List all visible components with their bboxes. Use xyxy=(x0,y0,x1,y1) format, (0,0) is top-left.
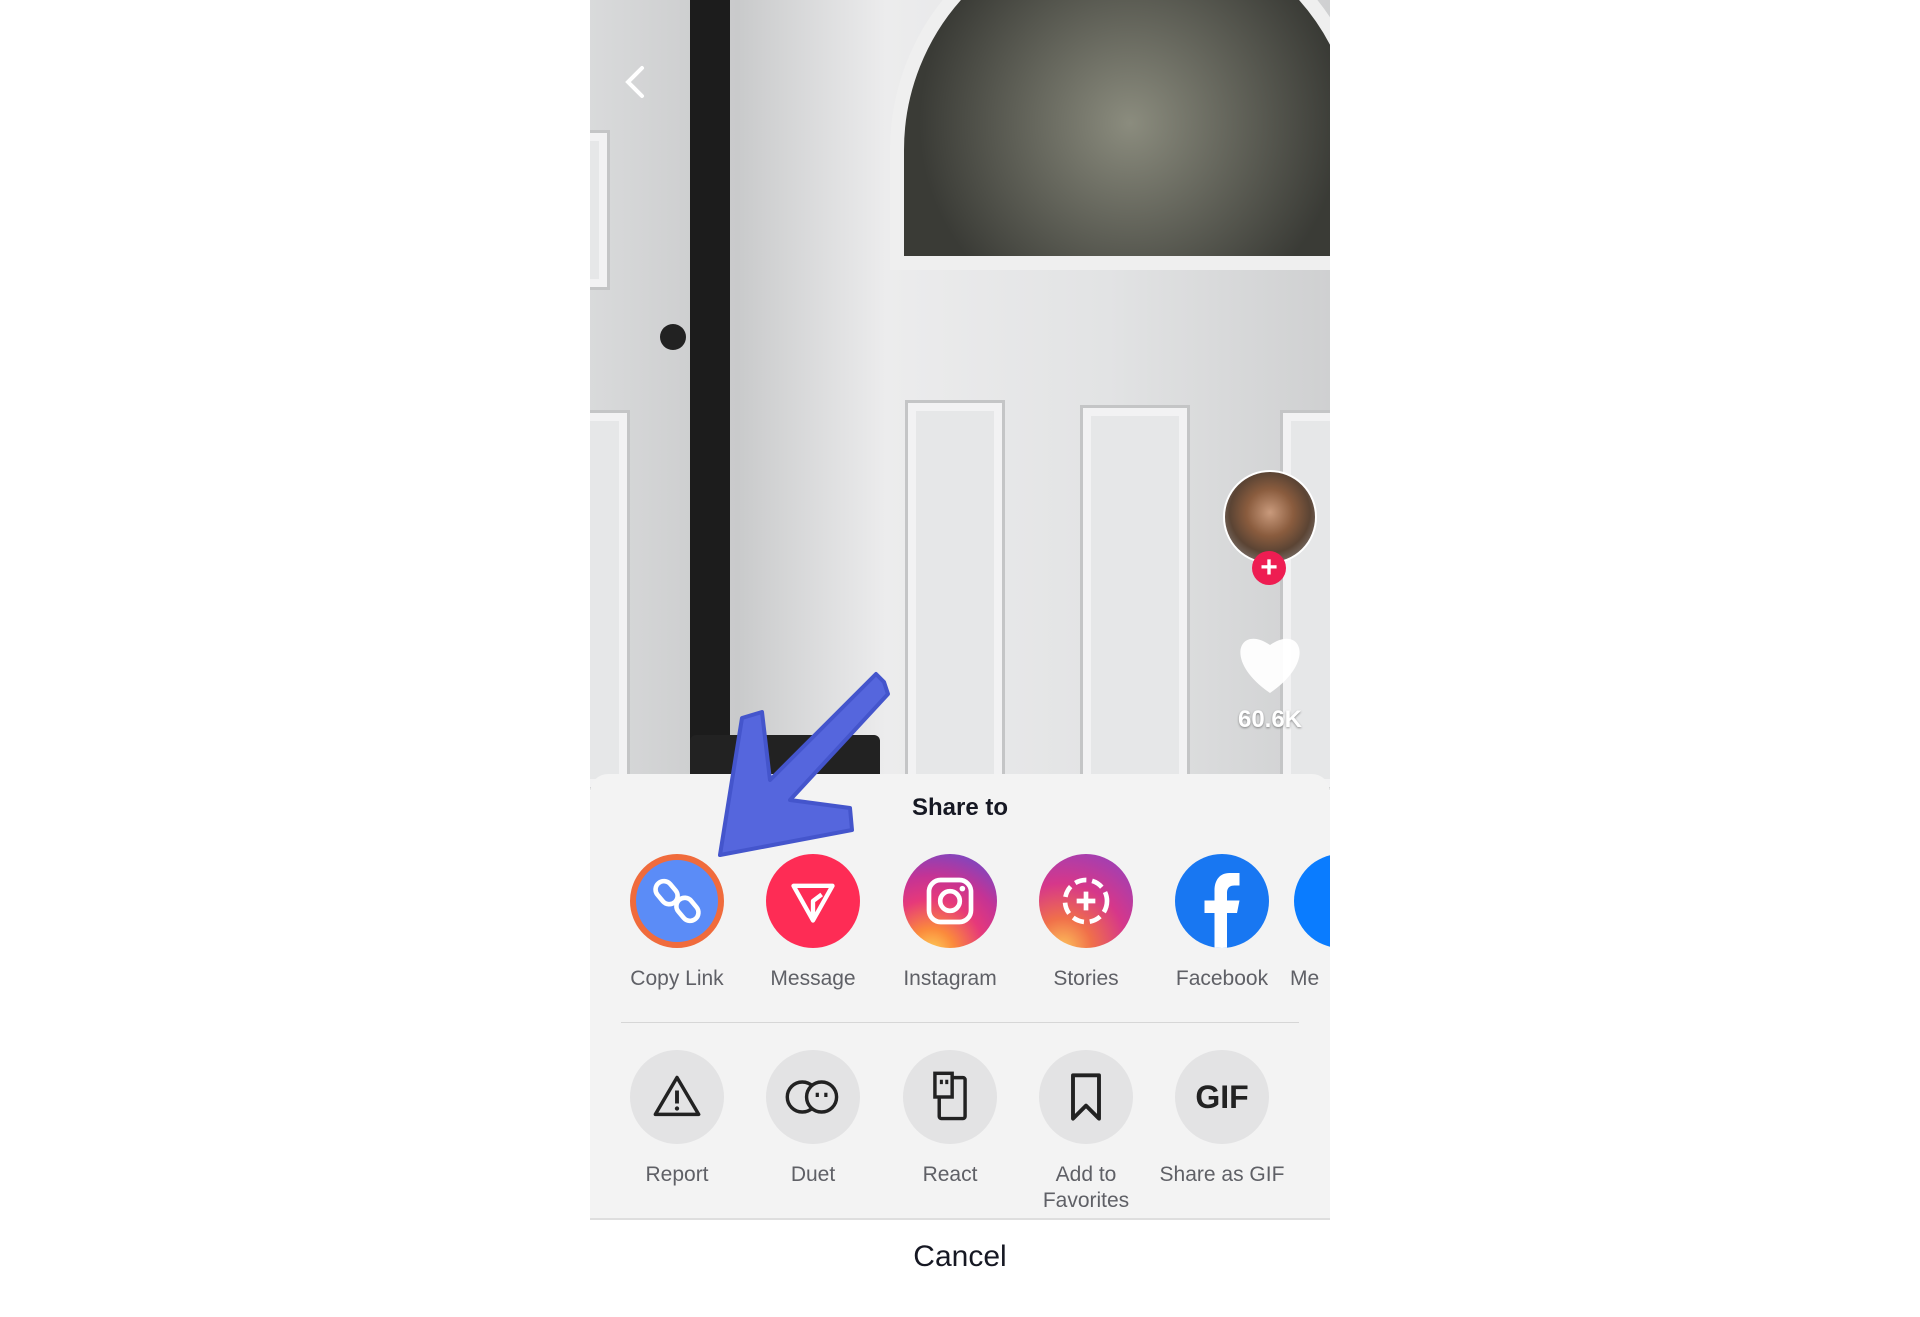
share-message[interactable]: Message xyxy=(748,854,878,992)
action-label: Duet xyxy=(790,1163,836,1186)
peephole xyxy=(660,324,686,350)
door-panel xyxy=(590,130,610,290)
action-label: Report xyxy=(645,1163,709,1186)
back-chevron-icon[interactable] xyxy=(622,64,650,100)
warning-icon xyxy=(630,1050,724,1144)
action-label: Share as GIF xyxy=(1159,1163,1285,1186)
divider xyxy=(621,1022,1299,1023)
share-label: Stories xyxy=(1053,967,1119,990)
share-label: Instagram xyxy=(903,967,997,990)
action-add-to-favorites[interactable]: Add to Favorites xyxy=(1021,1050,1151,1214)
share-instagram[interactable]: Instagram xyxy=(885,854,1015,992)
door-panel xyxy=(590,410,630,790)
share-label: Message xyxy=(770,967,856,990)
stories-icon xyxy=(1039,854,1133,948)
door-window xyxy=(890,0,1330,270)
action-react[interactable]: React xyxy=(885,1050,1015,1188)
gif-glyph: GIF xyxy=(1195,1078,1249,1115)
react-icon xyxy=(903,1050,997,1144)
annotation-arrow-icon xyxy=(718,672,890,857)
action-report[interactable]: Report xyxy=(612,1050,742,1188)
duet-icon xyxy=(766,1050,860,1144)
share-facebook[interactable]: Facebook xyxy=(1157,854,1287,992)
instagram-icon xyxy=(903,854,997,948)
action-duet[interactable]: Duet xyxy=(748,1050,878,1188)
door-panel xyxy=(905,400,1005,790)
door-panel xyxy=(1080,405,1190,790)
messenger-icon xyxy=(1294,854,1330,948)
phone-screen: + 60.6K Share to Copy Link Message Insta… xyxy=(590,0,1330,1317)
share-stories[interactable]: Stories xyxy=(1021,854,1151,992)
bookmark-icon xyxy=(1039,1050,1133,1144)
cancel-button[interactable]: Cancel xyxy=(590,1240,1330,1274)
like-count: 60.6K xyxy=(1237,706,1303,733)
heart-icon[interactable] xyxy=(1234,630,1306,696)
share-label: Me xyxy=(1290,967,1320,990)
action-label: Add to Favorites xyxy=(1042,1163,1130,1212)
action-label: React xyxy=(922,1163,978,1186)
share-copy-link[interactable]: Copy Link xyxy=(612,854,742,992)
action-share-as-gif[interactable]: GIF Share as GIF xyxy=(1157,1050,1287,1188)
creator-avatar[interactable] xyxy=(1223,470,1317,564)
gif-icon: GIF xyxy=(1175,1050,1269,1144)
share-label: Facebook xyxy=(1175,967,1269,990)
facebook-icon xyxy=(1175,854,1269,948)
share-messenger[interactable]: Me xyxy=(1290,854,1330,992)
share-label: Copy Link xyxy=(630,967,724,990)
follow-plus-icon[interactable]: + xyxy=(1252,551,1286,585)
